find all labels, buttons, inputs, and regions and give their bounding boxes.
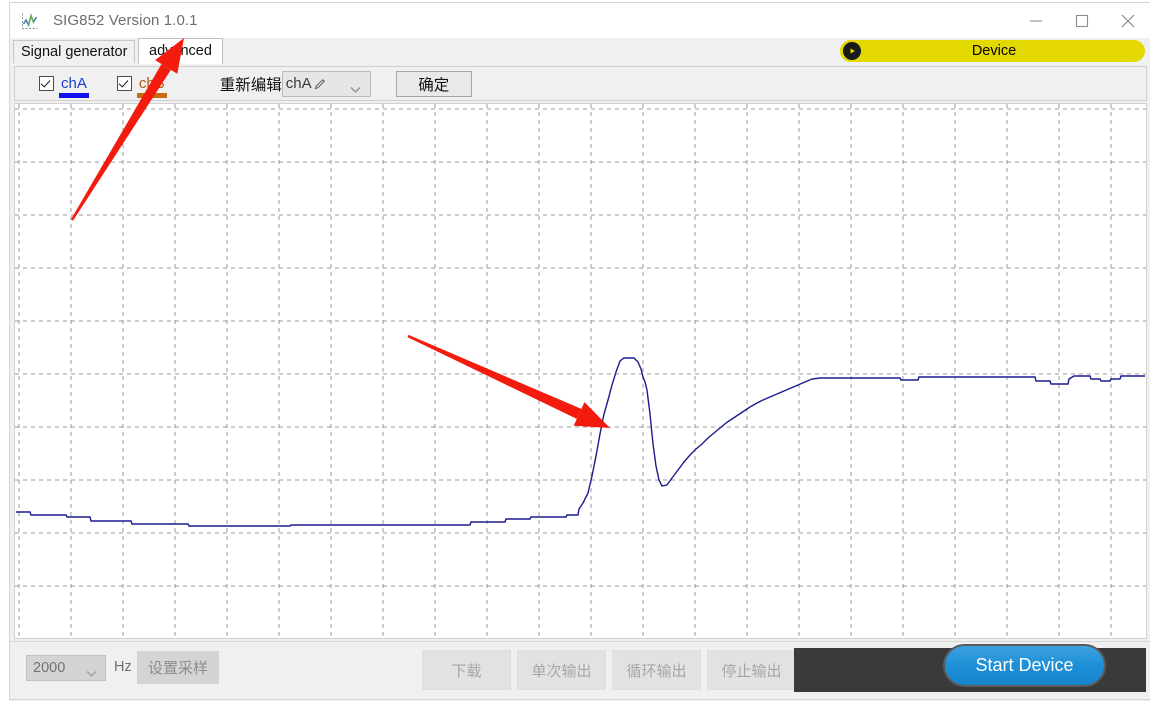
title-bar: SIG852 Version 1.0.1 [9,2,1152,38]
tab-signal-generator[interactable]: Signal generator [13,40,136,63]
channel-select-dropdown[interactable]: chA [281,70,371,99]
hz-unit-label: Hz [114,659,132,675]
window-title: SIG852 Version 1.0.1 [53,12,198,29]
chevron-down-icon[interactable] [86,665,97,683]
loop-output-button-label: 循环输出 [626,662,687,680]
set-sample-button[interactable]: 设置采样 [137,651,219,684]
tab-advanced[interactable]: advanced [138,38,223,64]
sample-rate-value: 2000 [33,660,66,676]
channel-toggle-cha[interactable]: chA [39,74,89,98]
waveform-chart[interactable] [14,103,1147,639]
checkbox-chb[interactable] [116,76,132,91]
download-button-label: 下载 [451,662,482,680]
channel-toolbar: chA chB 重新编辑 chA 确定 [14,66,1147,101]
minimize-icon[interactable] [1013,3,1059,38]
sample-rate-dropdown[interactable]: 2000 [26,655,106,681]
tab-signal-generator-label: Signal generator [21,44,128,60]
stop-output-button[interactable]: 停止输出 [707,650,796,690]
channel-chb-label: chB [138,74,165,92]
single-output-button-label: 单次输出 [531,662,592,680]
play-circle-icon [843,42,861,60]
channel-cha-color-bar [59,92,89,98]
tab-advanced-label: advanced [149,43,212,59]
reedit-label: 重新编辑 [219,76,282,94]
start-device-button[interactable]: Start Device [943,644,1106,687]
maximize-icon[interactable] [1059,3,1105,38]
stop-output-button-label: 停止输出 [721,662,782,680]
loop-output-button[interactable]: 循环输出 [612,650,701,690]
window-edge-bottom [0,701,1157,708]
channel-chb-color-bar [136,92,167,98]
confirm-button[interactable]: 确定 [395,70,472,97]
chart-gridlines [15,104,1146,638]
device-button[interactable]: Device [840,40,1145,62]
window-edge-right [1150,0,1157,708]
application-window: SIG852 Version 1.0.1 Signal generator ad… [0,0,1157,708]
close-icon[interactable] [1105,3,1151,38]
tab-strip: Signal generator advanced Device [9,38,1152,64]
waveform-icon [20,11,40,31]
download-button[interactable]: 下载 [422,650,511,690]
chart-series [16,357,1145,527]
window-edge-top [0,0,1157,2]
single-output-button[interactable]: 单次输出 [517,650,606,690]
waveform-chart-canvas [15,104,1146,638]
start-device-button-label: Start Device [975,655,1074,675]
device-button-label: Device [971,43,1017,59]
set-sample-button-label: 设置采样 [147,660,208,677]
channel-select-value: chA [285,75,312,92]
channel-toggle-chb[interactable]: chB [116,74,167,98]
window-edge-left [0,0,9,708]
confirm-button-label: 确定 [418,76,450,94]
window-controls [1013,3,1151,38]
channel-cha-label: chA [61,74,87,92]
checkbox-cha[interactable] [39,76,54,91]
pencil-icon [313,77,327,91]
chevron-down-icon[interactable] [350,81,361,99]
client-area: chA chB 重新编辑 chA 确定 [9,64,1152,642]
waveform-series-chA [16,357,1145,527]
